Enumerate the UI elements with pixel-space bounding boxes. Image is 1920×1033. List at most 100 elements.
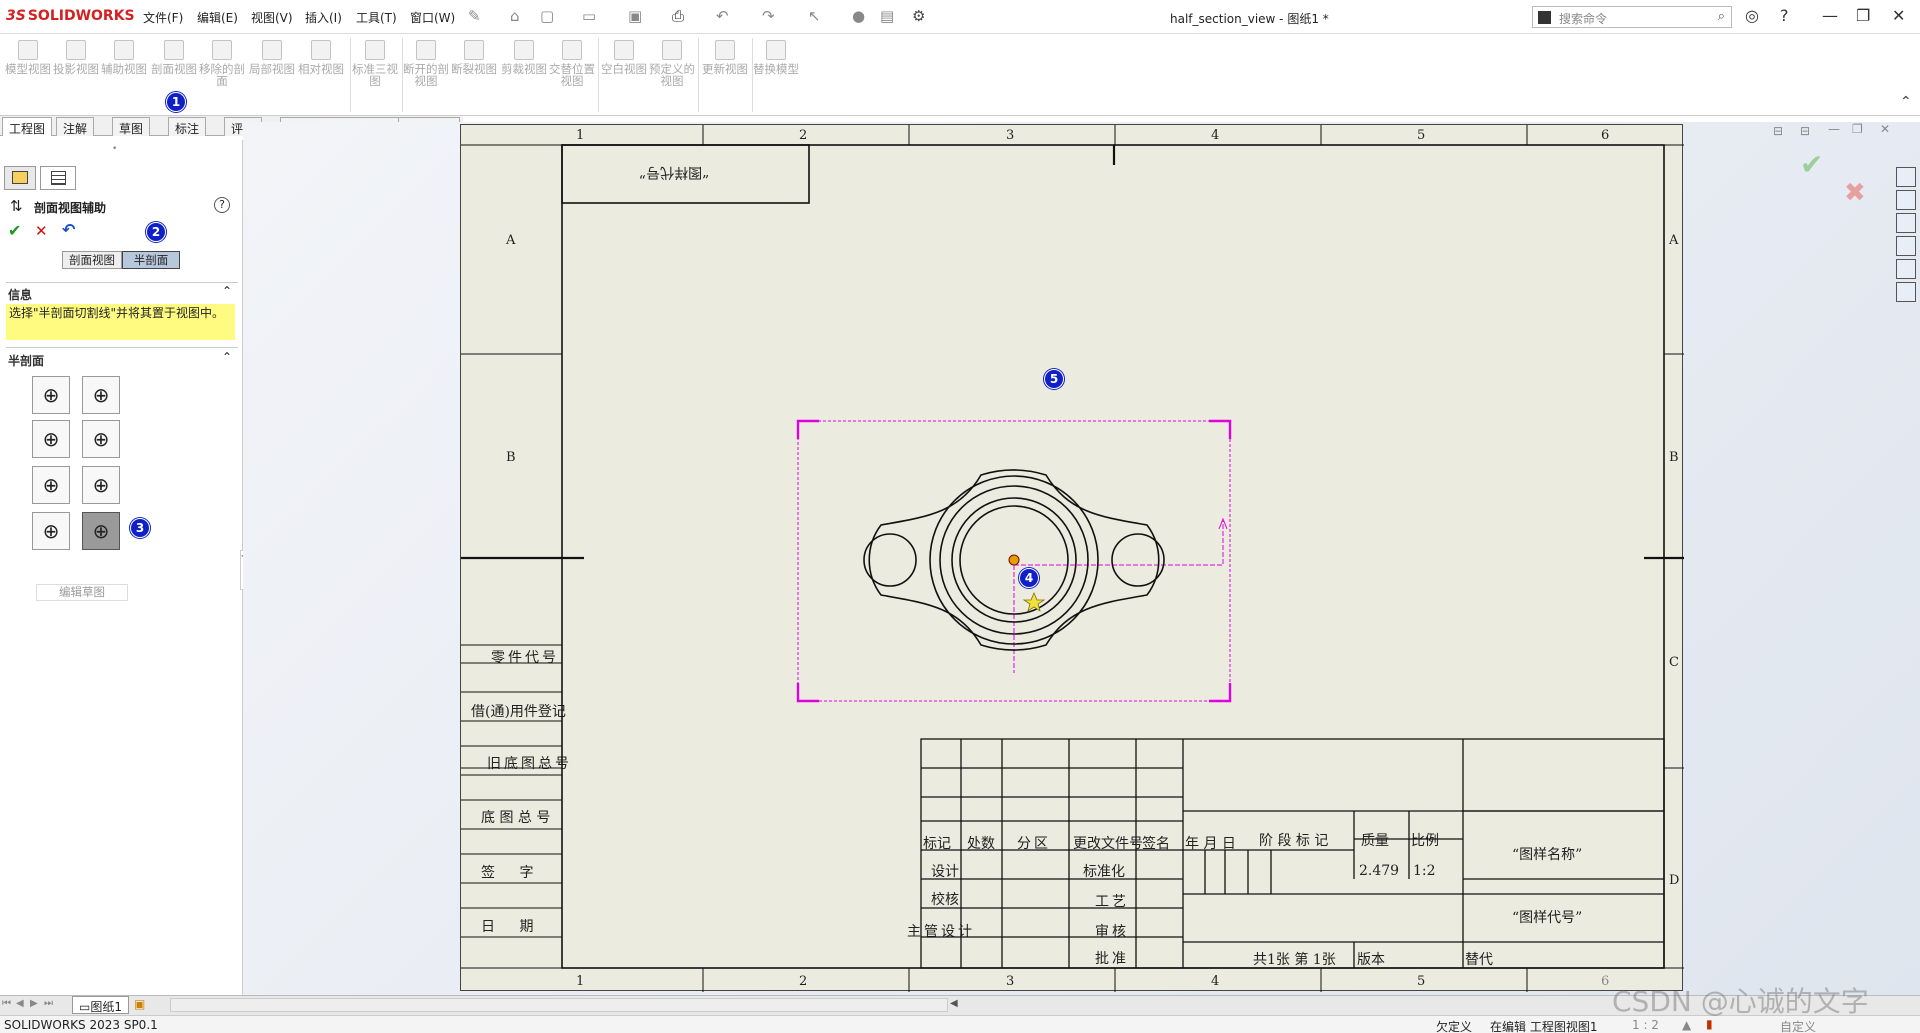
- menu-tools[interactable]: 工具(T): [356, 9, 397, 26]
- break-view-button[interactable]: 断裂视图: [450, 40, 498, 75]
- next-sheet-icon[interactable]: ▶: [30, 998, 38, 1009]
- print-icon[interactable]: ⎙: [672, 7, 684, 25]
- sheet-tab[interactable]: ▭图纸1: [72, 996, 129, 1014]
- half-section-icon: ⊕: [42, 519, 60, 543]
- help-icon[interactable]: ?: [214, 197, 230, 213]
- cancel-x-icon[interactable]: ✕: [35, 222, 48, 240]
- removed-section-button[interactable]: 移除的剖面: [198, 40, 246, 87]
- auxiliary-view-button[interactable]: 辅助视图: [100, 40, 148, 75]
- detail-view-button[interactable]: 局部视图: [248, 40, 296, 75]
- collapse-info-chevron-icon[interactable]: ⌃: [222, 284, 232, 298]
- alternate-position-view-button[interactable]: 交替位置视图: [548, 40, 596, 87]
- property-list-icon: [51, 171, 66, 185]
- half-section-mode-button[interactable]: 半剖面: [122, 251, 180, 269]
- undo-arrow-icon[interactable]: ↶: [62, 220, 75, 239]
- half-section-right-down-button[interactable]: ⊕: [32, 420, 70, 458]
- tab-annotation[interactable]: 注解: [56, 117, 95, 136]
- callout-3: 3: [130, 518, 150, 538]
- half-section-icon: ⊕: [42, 383, 60, 407]
- drawing-sheet[interactable]: 1 2 3 4 5 6 1 2 3 4 5 6 A B A B C D “图样代…: [460, 124, 1684, 992]
- first-sheet-icon[interactable]: ⏮: [2, 998, 11, 1009]
- close-button[interactable]: ✕: [1892, 6, 1905, 25]
- info-section-header[interactable]: 信息: [8, 286, 32, 303]
- search-icon[interactable]: ⌕: [1718, 9, 1725, 24]
- broken-out-section-button[interactable]: 断开的剖视图: [402, 40, 450, 87]
- tab-sketch[interactable]: 草图: [112, 117, 151, 136]
- doc-minimize-button[interactable]: —: [1828, 122, 1840, 136]
- custom-properties-icon[interactable]: [1896, 282, 1916, 302]
- last-sheet-icon[interactable]: ⏭: [44, 998, 53, 1009]
- select-icon[interactable]: ↖: [808, 7, 821, 25]
- tile-icon[interactable]: ⊟: [1773, 124, 1783, 138]
- menu-edit[interactable]: 编辑(E): [197, 9, 238, 26]
- section-view-mode-button[interactable]: 剖面视图: [62, 251, 122, 269]
- standard-3-view-button[interactable]: 标准三视图: [351, 40, 399, 87]
- tab-drawing[interactable]: 工程图: [2, 117, 53, 136]
- account-icon[interactable]: ◎: [1745, 6, 1759, 25]
- help-icon[interactable]: ?: [1780, 6, 1789, 25]
- prev-sheet-icon[interactable]: ◀: [16, 998, 24, 1009]
- half-section-right-up-button[interactable]: ⊕: [32, 376, 70, 414]
- minimize-button[interactable]: —: [1822, 6, 1838, 25]
- open-icon[interactable]: ▭: [582, 7, 596, 25]
- empty-view-button[interactable]: 空白视图: [600, 40, 648, 75]
- ok-check-icon[interactable]: ✔: [8, 221, 21, 240]
- options-gear-icon[interactable]: ⚙: [912, 7, 925, 25]
- half-section-left-down-button[interactable]: ⊕: [82, 420, 120, 458]
- appearances-icon[interactable]: [1896, 259, 1916, 279]
- solidworks-resources-icon[interactable]: [1896, 167, 1916, 187]
- new-document-icon[interactable]: ▢: [540, 7, 554, 25]
- collapse-half-section-chevron-icon[interactable]: ⌃: [222, 350, 232, 364]
- empty-view-icon: [614, 40, 634, 60]
- up-icon[interactable]: ▲: [1682, 1018, 1691, 1032]
- replace-model-button[interactable]: 替换模型: [752, 40, 800, 75]
- search-input[interactable]: 搜索命令 ⌕: [1532, 6, 1732, 28]
- doc-close-button[interactable]: ✕: [1880, 122, 1890, 136]
- crop-view-button[interactable]: 剪裁视图: [500, 40, 548, 75]
- half-section-top-left-button[interactable]: ⊕: [32, 466, 70, 504]
- file-properties-icon[interactable]: ▤: [880, 7, 894, 25]
- solidworks-logo[interactable]: 3S SOLIDWORKS: [6, 8, 135, 24]
- restore-button[interactable]: ❐: [1856, 6, 1870, 25]
- doc-restore-button[interactable]: ❐: [1852, 122, 1863, 136]
- section-view-button[interactable]: 剖面视图: [150, 40, 198, 75]
- menu-view[interactable]: 视图(V): [251, 9, 293, 26]
- half-section-top-right-button[interactable]: ⊕: [82, 466, 120, 504]
- projected-view-button[interactable]: 投影视图: [52, 40, 100, 75]
- undo-icon[interactable]: ↶: [716, 7, 729, 25]
- menu-file[interactable]: 文件(F): [143, 9, 183, 26]
- home-icon[interactable]: ⌂: [510, 7, 520, 25]
- tab-dimension[interactable]: 标注: [168, 117, 207, 136]
- edit-sketch-button[interactable]: 编辑草图: [36, 584, 128, 601]
- relative-view-button[interactable]: 相对视图: [297, 40, 345, 75]
- panel-grip[interactable]: •: [112, 144, 117, 154]
- feature-manager-tab[interactable]: [4, 166, 36, 190]
- version-text: SOLIDWORKS 2023 SP0.1: [4, 1018, 158, 1032]
- view-palette-icon[interactable]: [1896, 236, 1916, 256]
- confirm-cancel-icon[interactable]: ✖: [1844, 178, 1866, 208]
- update-views-button[interactable]: 更新视图: [701, 40, 749, 75]
- split-icon[interactable]: ⊟: [1800, 124, 1810, 138]
- collapse-ribbon-chevron-icon[interactable]: ⌃: [1900, 94, 1912, 110]
- design-library-icon[interactable]: [1896, 190, 1916, 210]
- half-section-header[interactable]: 半剖面: [8, 352, 44, 369]
- scroll-left-icon[interactable]: ◀: [950, 998, 958, 1009]
- custom-units[interactable]: 自定义: [1780, 1018, 1816, 1033]
- menu-insert[interactable]: 插入(I): [305, 9, 342, 26]
- model-view-button[interactable]: 模型视图: [4, 40, 52, 75]
- redo-icon[interactable]: ↷: [762, 7, 775, 25]
- rebuild-icon[interactable]: ●: [852, 7, 865, 25]
- half-section-left-up-button[interactable]: ⊕: [82, 376, 120, 414]
- horizontal-scrollbar[interactable]: [170, 998, 948, 1012]
- scale-status[interactable]: 1 : 2: [1632, 1018, 1659, 1032]
- confirm-check-icon[interactable]: ✔: [1800, 148, 1823, 181]
- menu-window[interactable]: 窗口(W): [410, 9, 455, 26]
- add-sheet-icon[interactable]: ▣: [134, 997, 145, 1011]
- half-section-bottom-right-button[interactable]: ⊕: [82, 512, 120, 550]
- pin-icon[interactable]: ✎: [468, 7, 481, 25]
- file-explorer-icon[interactable]: [1896, 213, 1916, 233]
- half-section-bottom-left-button[interactable]: ⊕: [32, 512, 70, 550]
- property-manager-tab[interactable]: [40, 166, 76, 190]
- save-icon[interactable]: ▣: [628, 7, 642, 25]
- predefined-view-button[interactable]: 预定义的视图: [648, 40, 696, 87]
